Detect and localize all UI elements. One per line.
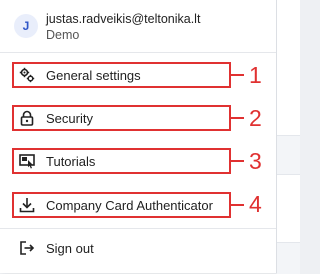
callout-number: 1 — [249, 62, 262, 88]
background-row — [277, 242, 300, 274]
download-icon — [19, 197, 35, 213]
divider — [0, 228, 276, 229]
callout-connector — [231, 74, 244, 76]
account-menu: J justas.radveikis@teltonika.lt Demo Gen… — [0, 0, 277, 273]
background-row — [277, 135, 300, 175]
company-name: Demo — [46, 28, 80, 42]
gears-icon — [19, 67, 35, 83]
menu-item-tutorials[interactable]: Tutorials — [12, 148, 244, 174]
menu-item-label: Company Card Authenticator — [46, 198, 213, 213]
sign-out-icon — [19, 240, 35, 256]
callout-connector — [231, 204, 244, 206]
menu-item-company-card-authenticator[interactable]: Company Card Authenticator — [12, 192, 244, 218]
avatar: J — [14, 14, 38, 38]
lock-icon — [19, 110, 35, 126]
divider — [0, 52, 276, 53]
callout-connector — [231, 160, 244, 162]
user-email: justas.radveikis@teltonika.lt — [46, 12, 201, 26]
user-header: J justas.radveikis@teltonika.lt Demo — [14, 10, 264, 46]
menu-item-label: Tutorials — [46, 154, 96, 169]
callout-number: 2 — [249, 105, 262, 131]
callout-connector — [231, 117, 244, 119]
menu-item-label: General settings — [46, 68, 141, 83]
callout-number: 4 — [249, 191, 262, 217]
sign-out-label: Sign out — [46, 241, 94, 256]
menu-item-security[interactable]: Security — [12, 105, 244, 131]
menu-item-general-settings[interactable]: General settings — [12, 62, 244, 88]
tutorial-screen-icon — [19, 153, 35, 169]
sign-out-button[interactable]: Sign out — [12, 236, 212, 262]
background-page — [277, 0, 300, 274]
menu-item-label: Security — [46, 111, 93, 126]
callout-number: 3 — [249, 148, 262, 174]
